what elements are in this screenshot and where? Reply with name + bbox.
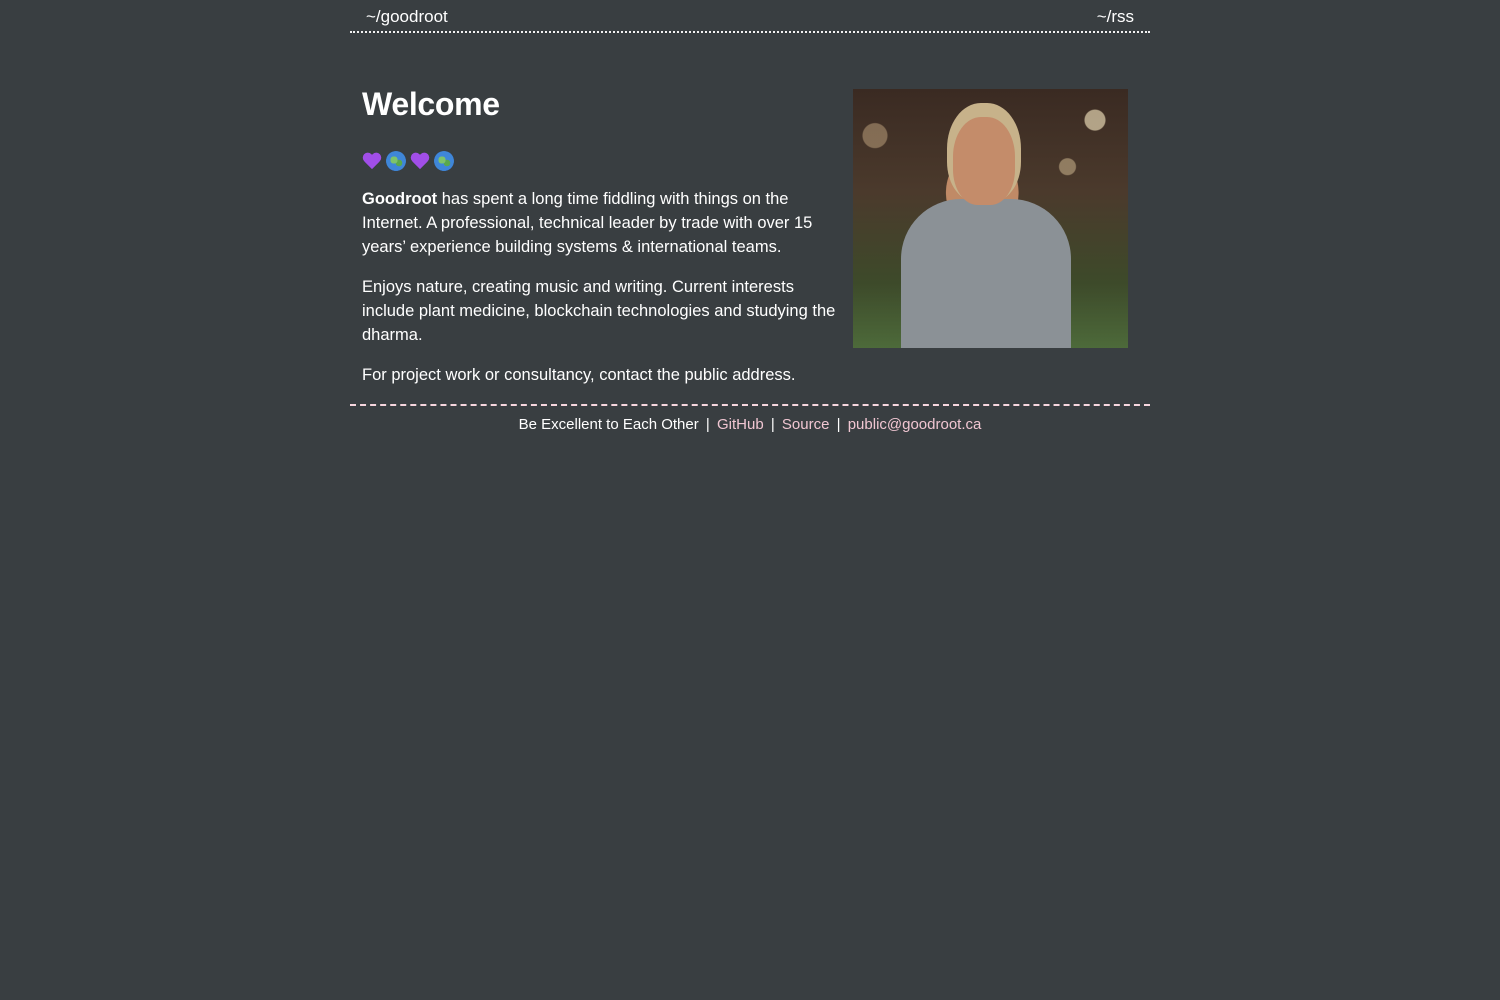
home-link[interactable]: ~/goodroot (366, 7, 448, 27)
photo-face-shape (953, 117, 1015, 205)
footer-motto: Be Excellent to Each Other (518, 416, 699, 433)
page-title: Welcome (362, 86, 500, 122)
author-name: Goodroot (362, 190, 438, 208)
purple-heart-icon (410, 151, 430, 171)
interests-paragraph: Enjoys nature, creating music and writin… (362, 278, 836, 344)
profile-photo (853, 89, 1128, 348)
footer-separator: | (770, 416, 775, 433)
footer-separator: | (836, 416, 841, 433)
emoji-row (362, 149, 840, 173)
page: ~/goodroot ~/rss Welcome Goodroot has sp… (350, 0, 1150, 433)
top-navigation: ~/goodroot ~/rss (350, 0, 1150, 33)
main-content: Welcome Goodroot has spent a long time f… (350, 33, 1150, 404)
bio-paragraph: Goodroot has spent a long time fiddling … (362, 187, 840, 259)
rss-link[interactable]: ~/rss (1097, 7, 1134, 27)
email-link[interactable]: public@goodroot.ca (848, 416, 982, 433)
footer-separator: | (705, 416, 710, 433)
globe-icon (434, 151, 454, 171)
source-link[interactable]: Source (782, 416, 830, 433)
github-link[interactable]: GitHub (717, 416, 764, 433)
photo-body-shape (901, 199, 1071, 348)
purple-heart-icon (362, 151, 382, 171)
footer: Be Excellent to Each Other | GitHub | So… (350, 404, 1150, 433)
intro-section: Welcome Goodroot has spent a long time f… (362, 85, 840, 387)
contact-paragraph: For project work or consultancy, contact… (362, 366, 796, 384)
globe-icon (386, 151, 406, 171)
